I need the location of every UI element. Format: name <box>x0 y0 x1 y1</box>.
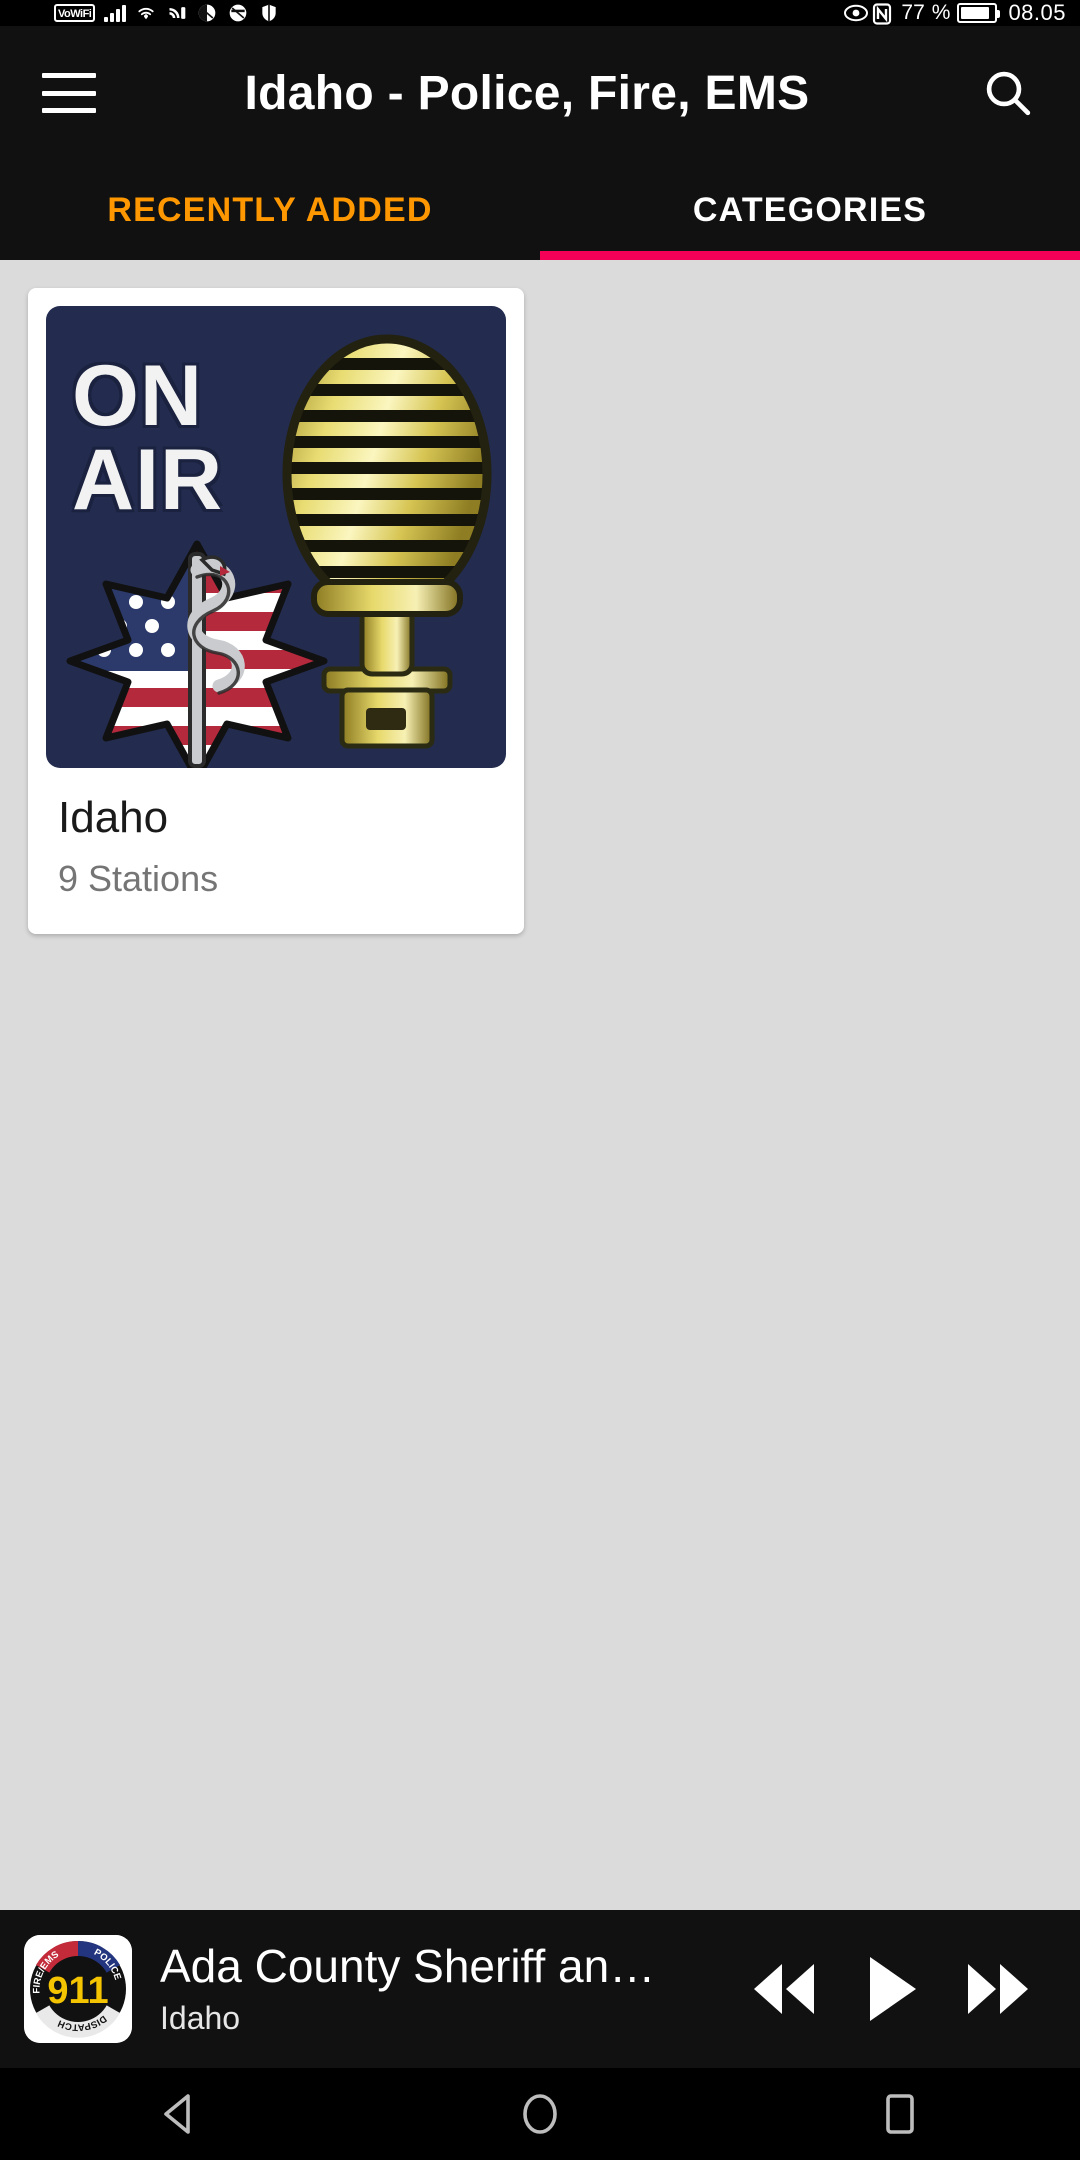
battery-percent-text: 77 <box>901 1 925 24</box>
player-station-title: Ada County Sheriff an… <box>160 1941 656 1992</box>
clock-text: 08.05 <box>1008 0 1066 25</box>
tab-bar: RECENTLY ADDED CATEGORIES <box>0 160 1080 260</box>
shield-icon <box>259 3 281 23</box>
category-card[interactable]: ON AIR Idaho 9 Stations <box>28 288 524 935</box>
phone-screen: VoWiFi 77 % 08.05 Idaho - Police, Fire, … <box>0 0 1080 2160</box>
gold-vintage-microphone-icon <box>282 334 492 749</box>
back-button[interactable] <box>120 2068 240 2160</box>
on-air-line-1: ON <box>72 348 203 444</box>
nfc-icon <box>872 3 894 25</box>
android-nav-bar <box>0 2068 1080 2160</box>
tab-indicator <box>540 251 1080 260</box>
battery-icon <box>957 3 1001 23</box>
card-title: Idaho <box>58 793 169 842</box>
cast-icon <box>166 3 188 23</box>
911-dispatch-badge-icon: 911 FIRE/EMS POLICE DISPATCH <box>24 1935 132 2043</box>
tab-categories-label: CATEGORIES <box>692 190 928 229</box>
eye-icon <box>843 3 869 23</box>
on-air-line-2: AIR <box>72 432 224 529</box>
app-bar: Idaho - Police, Fire, EMS <box>0 26 1080 160</box>
status-bar-right-icons: 77 % 08.05 <box>843 0 1066 26</box>
home-button[interactable] <box>480 2068 600 2160</box>
tab-recently-added-label: RECENTLY ADDED <box>107 190 433 229</box>
card-station-count: 9 Stations <box>58 858 219 900</box>
on-air-text: ON AIR <box>72 348 224 529</box>
player-bar[interactable]: 911 FIRE/EMS POLICE DISPATCH Ada County … <box>0 1910 1080 2068</box>
on-air-microphone-artwork: ON AIR <box>46 306 506 768</box>
rewind-button[interactable] <box>744 1958 822 2020</box>
percent-symbol: % <box>931 1 951 24</box>
page-title: Idaho - Police, Fire, EMS <box>244 66 810 120</box>
wifi-icon <box>135 3 157 23</box>
status-bar-left-icons: VoWiFi <box>14 3 843 23</box>
recents-button[interactable] <box>840 2068 960 2160</box>
status-bar: VoWiFi 77 % 08.05 <box>0 0 1080 26</box>
signal-bars-icon <box>104 4 127 22</box>
search-icon[interactable] <box>978 63 1038 123</box>
tab-categories[interactable]: CATEGORIES <box>540 160 1080 260</box>
play-button[interactable] <box>860 1952 922 2026</box>
player-text: Ada County Sheriff an… Idaho <box>160 1941 744 2037</box>
player-controls <box>744 1952 1056 2026</box>
player-station-subtitle: Idaho <box>160 1999 241 2036</box>
circle-icon-1 <box>197 3 219 23</box>
tab-recently-added[interactable]: RECENTLY ADDED <box>0 160 540 260</box>
fast-forward-button[interactable] <box>960 1958 1038 2020</box>
vowifi-badge-icon: VoWiFi <box>54 4 96 22</box>
svg-text:911: 911 <box>47 1970 108 2012</box>
content-area: ON AIR Idaho 9 Stations <box>0 260 1080 1910</box>
circle-icon-2 <box>228 3 250 23</box>
card-body: Idaho 9 Stations <box>28 768 524 934</box>
